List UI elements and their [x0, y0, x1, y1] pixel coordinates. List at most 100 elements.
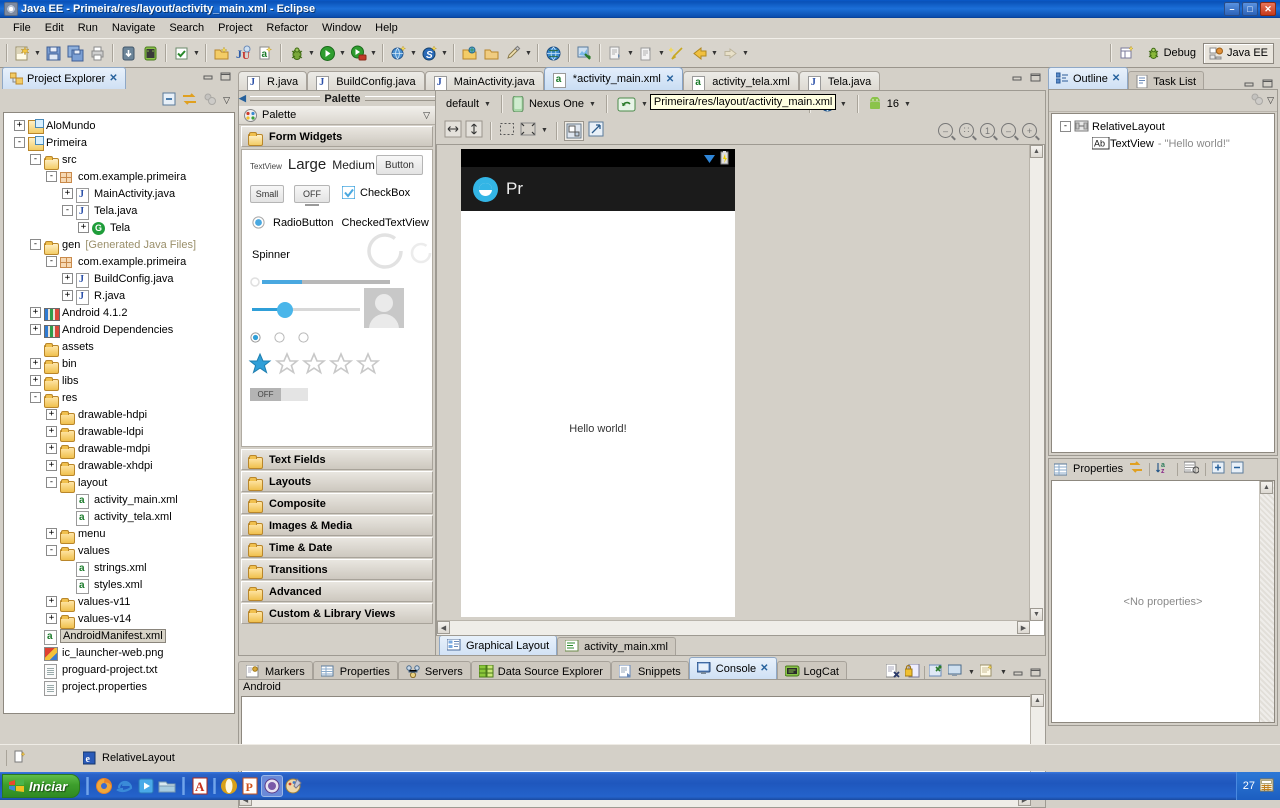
tree-item[interactable]: strings.xml — [4, 559, 234, 577]
minimize-icon[interactable] — [202, 71, 215, 82]
open-folder-icon[interactable] — [480, 42, 502, 64]
collapse-icon[interactable]: - — [46, 171, 57, 182]
editor-tab-rjava[interactable]: R.java — [238, 71, 308, 92]
tree-item[interactable]: - com.example.primeira — [4, 253, 234, 270]
tree-item[interactable]: + drawable-ldpi — [4, 423, 234, 442]
menu-project[interactable]: Project — [211, 20, 259, 36]
tree-item[interactable]: proguard-project.txt — [4, 661, 234, 679]
minimize-icon[interactable] — [1012, 667, 1025, 678]
tree-item[interactable]: + Android 4.1.2 — [4, 304, 234, 321]
widget-spinner-label[interactable]: Spinner — [252, 249, 290, 261]
expand-icon[interactable]: + — [46, 409, 57, 420]
editor-tab-telajava[interactable]: Tela.java — [798, 71, 881, 92]
perspective-debug[interactable]: Debug — [1141, 44, 1201, 63]
palette-category-layouts[interactable]: Layouts — [241, 471, 433, 492]
maximize-icon[interactable] — [1261, 78, 1274, 89]
auto-connect-icon[interactable] — [587, 120, 605, 141]
widget-large-text[interactable]: Large — [288, 156, 326, 173]
close-icon[interactable]: ✕ — [666, 74, 674, 85]
maximize-button[interactable]: □ — [1242, 2, 1258, 16]
editor-tab-mainactivityjava[interactable]: MainActivity.java — [424, 71, 544, 92]
bottom-tab-graphical-layout[interactable]: Graphical Layout — [439, 635, 558, 655]
eclipse-icon[interactable] — [261, 775, 284, 797]
external-tools-dropdown-icon[interactable]: ▼ — [369, 42, 378, 64]
config-combo[interactable]: default ▼ — [444, 97, 493, 111]
console-tab-data-source-explorer[interactable]: Data Source Explorer — [470, 661, 611, 681]
display-console-icon[interactable] — [947, 664, 963, 681]
new-xml-icon[interactable]: a — [254, 42, 276, 64]
sort-alpha-icon[interactable]: az — [1156, 461, 1171, 477]
tree-item[interactable]: + MainActivity.java — [4, 185, 234, 203]
new-junit-test-icon[interactable]: JU — [232, 42, 254, 64]
tab-task-list[interactable]: Task List — [1128, 71, 1205, 91]
run-dropdown-icon[interactable]: ▼ — [338, 42, 347, 64]
palette-category-text-fields[interactable]: Text Fields — [241, 449, 433, 470]
new-wizard-icon[interactable] — [11, 42, 33, 64]
open-console-dropdown-icon[interactable]: ▼ — [999, 661, 1008, 683]
scroll-left-button[interactable]: ◀ — [437, 621, 450, 634]
layout-preview-canvas[interactable]: Pr Hello world! ▲ ▼ ◀ ▶ — [436, 144, 1045, 636]
powerpoint-icon[interactable]: P — [240, 776, 260, 796]
menu-file[interactable]: File — [6, 20, 38, 36]
console-tab-snippets[interactable]: Snippets — [610, 661, 689, 681]
perspective-javaee[interactable]: Java EE — [1203, 42, 1274, 64]
expand-icon[interactable]: + — [14, 120, 25, 131]
scroll-down-button[interactable]: ▼ — [1030, 608, 1043, 621]
tree-item[interactable]: + AloMundo — [4, 117, 234, 134]
close-icon[interactable]: ✕ — [760, 663, 768, 674]
bottom-tab-activity_main-xml[interactable]: activity_main.xml — [557, 637, 676, 655]
firefox-icon[interactable] — [94, 776, 114, 796]
seekbar-thumb[interactable] — [277, 302, 293, 318]
console-tab-properties[interactable]: Properties — [312, 661, 398, 681]
tree-item[interactable]: styles.xml — [4, 576, 234, 594]
widget-checkbox-label[interactable]: CheckBox — [360, 187, 410, 199]
media-player-icon[interactable] — [136, 776, 156, 796]
collapse-icon[interactable]: - — [46, 256, 57, 267]
android-sdk-manager-icon[interactable] — [117, 42, 139, 64]
editor-tab-activity_mainxml[interactable]: *activity_main.xml ✕ — [543, 67, 684, 90]
next-annotation-dropdown-icon[interactable]: ▼ — [626, 42, 635, 64]
console-tab-logcat[interactable]: LogCat — [776, 661, 847, 681]
margins-icon[interactable] — [498, 120, 516, 141]
tree-item[interactable]: - gen [Generated Java Files] — [4, 236, 234, 255]
chevron-down-icon[interactable]: ▼ — [904, 101, 911, 108]
editor-tab-activity_telaxml[interactable]: activity_tela.xml — [683, 71, 799, 92]
expand-icon[interactable]: + — [30, 307, 41, 318]
console-tab-markers[interactable]: Markers — [238, 661, 313, 681]
new-web-project-icon[interactable] — [387, 42, 409, 64]
open-perspective-icon[interactable] — [1117, 42, 1139, 64]
outline-tree[interactable]: - RelativeLayout Ab TextView - "Hello world!… — [1051, 113, 1275, 453]
textview-hello-world[interactable]: Hello world! — [461, 423, 735, 435]
run-icon[interactable] — [316, 42, 338, 64]
android-screen-content[interactable]: Hello world! — [461, 211, 735, 617]
expand-icon[interactable]: + — [62, 188, 73, 199]
radiogroup-icon[interactable] — [250, 332, 309, 343]
tree-item[interactable]: AndroidManifest.xml — [4, 627, 234, 645]
tree-item[interactable]: - src — [4, 151, 234, 170]
tab-project-explorer[interactable]: Project Explorer ✕ — [2, 67, 126, 89]
console-tab-console[interactable]: Console ✕ — [688, 657, 777, 679]
menu-navigate[interactable]: Navigate — [105, 20, 162, 36]
palette-category-transitions[interactable]: Transitions — [241, 559, 433, 580]
internet-explorer-icon[interactable] — [115, 776, 135, 796]
save-icon[interactable] — [42, 42, 64, 64]
edit-icon[interactable] — [502, 42, 524, 64]
link-with-editor-icon[interactable] — [182, 92, 197, 109]
start-button[interactable]: Iniciar — [2, 774, 81, 798]
collapse-icon[interactable]: - — [30, 154, 41, 165]
expand-icon[interactable]: + — [62, 273, 73, 284]
minimize-icon[interactable] — [1243, 78, 1256, 89]
tree-item[interactable]: + Android Dependencies — [4, 321, 234, 338]
edit-dropdown-icon[interactable]: ▼ — [524, 42, 533, 64]
expand-icon[interactable]: + — [46, 426, 57, 437]
palette-category-images---media[interactable]: Images & Media — [241, 515, 433, 536]
menu-run[interactable]: Run — [71, 20, 105, 36]
collapse-icon[interactable]: - — [30, 392, 41, 403]
scroll-up-button[interactable]: ▲ — [1030, 145, 1043, 158]
tree-item[interactable]: + values-v11 — [4, 593, 234, 612]
tree-item[interactable]: - layout — [4, 474, 234, 493]
toggle-markoccurrences-icon[interactable] — [170, 42, 192, 64]
focus-on-active-task-icon[interactable] — [203, 92, 217, 109]
run-external-tools-icon[interactable] — [347, 42, 369, 64]
toggle-baseline-icon[interactable] — [564, 120, 584, 141]
